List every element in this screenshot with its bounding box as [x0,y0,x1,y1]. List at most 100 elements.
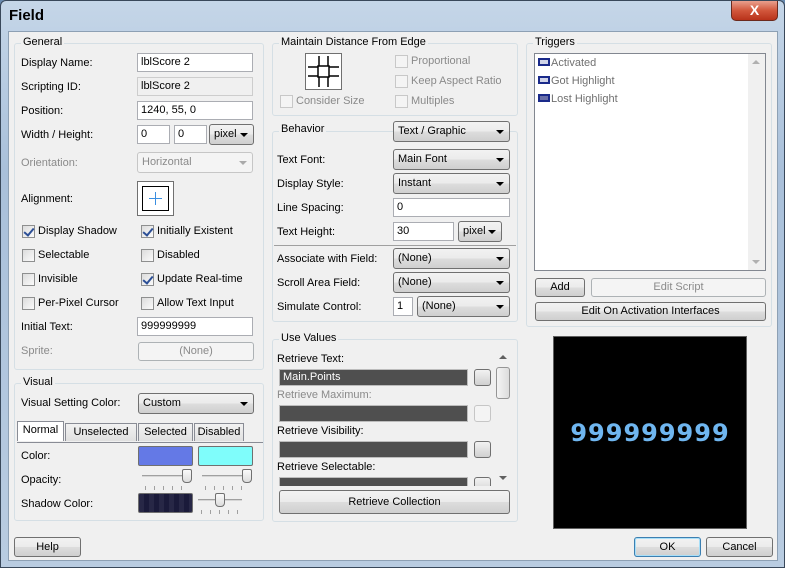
multiples-checkbox[interactable] [395,95,408,108]
primary-color-swatch[interactable] [138,446,193,466]
invisible-checkbox[interactable] [22,273,35,286]
display-shadow-checkbox[interactable] [22,225,35,238]
text-font-select[interactable]: Main Font [393,149,510,170]
associate-select[interactable]: (None) [393,248,510,269]
retrieve-maximum-field[interactable] [279,405,468,422]
ok-button[interactable]: OK [634,537,701,557]
width-height-label: Width / Height: [21,129,94,141]
display-style-select[interactable]: Instant [393,173,510,194]
simulate-control-label: Simulate Control: [277,301,362,313]
consider-size-checkbox[interactable] [280,95,293,108]
secondary-opacity-slider[interactable] [202,468,252,490]
chevron-down-icon [496,257,504,261]
trigger-item-lost-highlight[interactable]: Lost Highlight [538,93,618,105]
scroll-thumb[interactable] [496,367,510,399]
scroll-up-icon[interactable] [752,60,760,64]
trigger-item-got-highlight[interactable]: Got Highlight [538,75,615,87]
close-icon: X [749,2,760,18]
invisible-label: Invisible [38,273,78,285]
retrieve-maximum-browse-button[interactable] [474,405,491,422]
simulate-control-number[interactable]: 1 [393,297,413,316]
width-input[interactable]: 0 [137,125,170,144]
close-button[interactable]: X [731,1,778,21]
retrieve-selectable-browse-button[interactable] [474,477,491,486]
lost-highlight-icon [538,94,550,102]
triggers-label: Triggers [533,36,577,48]
chevron-down-icon [240,402,248,406]
retrieve-visibility-field[interactable] [279,441,468,458]
primary-opacity-slider[interactable] [142,468,192,490]
chevron-down-icon [488,230,496,234]
visual-label: Visual [21,376,55,388]
text-height-input[interactable]: 30 [393,222,454,241]
secondary-color-swatch[interactable] [198,446,253,466]
alignment-label: Alignment: [21,193,73,205]
field-dialog: Field X General Display Name: lblScore 2… [0,0,785,568]
retrieve-text-browse-button[interactable] [474,369,491,386]
retrieve-visibility-label: Retrieve Visibility: [277,425,364,437]
general-label: General [21,36,65,48]
size-unit-select[interactable]: pixel [209,124,254,145]
retrieve-selectable-field[interactable] [279,477,468,486]
display-name-input[interactable]: lblScore 2 [137,53,253,72]
scroll-up-icon[interactable] [499,355,507,359]
keep-aspect-label: Keep Aspect Ratio [411,75,502,87]
size-unit-value: pixel [214,128,237,140]
help-button[interactable]: Help [14,537,81,557]
position-input[interactable]: 1240, 55, 0 [137,101,253,120]
preview-text: 999999999 [570,418,730,447]
alignment-picker[interactable] [137,181,174,216]
per-pixel-cursor-checkbox[interactable] [22,297,35,310]
cursor-highlight-icon [538,76,550,84]
initial-text-input[interactable]: 999999999 [137,317,253,336]
initially-existent-checkbox[interactable] [141,225,154,238]
retrieve-selectable-label: Retrieve Selectable: [277,461,376,473]
tab-unselected[interactable]: Unselected [65,423,137,441]
sprite-label: Sprite: [21,345,53,357]
trigger-item-activated[interactable]: Activated [538,57,596,69]
behavior-type-select[interactable]: Text / Graphic [393,121,510,142]
tab-disabled[interactable]: Disabled [194,423,244,441]
proportional-checkbox[interactable] [395,55,408,68]
cancel-button[interactable]: Cancel [706,537,773,557]
use-values-scrollbar[interactable] [495,350,512,486]
scroll-area-select[interactable]: (None) [393,272,510,293]
per-pixel-cursor-label: Per-Pixel Cursor [38,297,119,309]
edit-script-button[interactable]: Edit Script [591,278,766,297]
scroll-down-icon[interactable] [499,476,507,480]
chevron-down-icon [496,305,504,309]
simulate-control-value: (None) [422,300,456,312]
shadow-opacity-slider[interactable] [198,492,242,514]
simulate-control-select[interactable]: (None) [417,296,510,317]
retrieve-collection-button[interactable]: Retrieve Collection [279,490,510,514]
associate-value: (None) [398,252,432,264]
chevron-down-icon [240,133,248,137]
text-font-label: Text Font: [277,154,326,166]
triggers-scrollbar[interactable] [748,54,765,270]
retrieve-text-field[interactable]: Main.Points [279,369,468,386]
edit-interfaces-button[interactable]: Edit On Activation Interfaces [535,302,766,321]
disabled-checkbox[interactable] [141,249,154,262]
sprite-button[interactable]: (None) [138,342,254,361]
keep-aspect-checkbox[interactable] [395,75,408,88]
tab-normal[interactable]: Normal [17,421,64,441]
visual-setting-color-select[interactable]: Custom [138,393,254,414]
tab-selected[interactable]: Selected [138,423,193,441]
scroll-down-icon[interactable] [752,260,760,264]
edge-anchor-picker[interactable] [305,53,342,90]
retrieve-visibility-browse-button[interactable] [474,441,491,458]
allow-text-input-checkbox[interactable] [141,297,154,310]
visual-setting-color-value: Custom [143,397,181,409]
update-realtime-checkbox[interactable] [141,273,154,286]
use-values-list: Retrieve Text: Main.Points Retrieve Maxi… [277,350,495,486]
add-trigger-button[interactable]: Add [535,278,585,297]
height-input[interactable]: 0 [174,125,207,144]
shadow-color-swatch[interactable] [138,493,193,513]
orientation-select[interactable]: Horizontal [137,152,253,173]
line-spacing-input[interactable]: 0 [393,198,510,217]
chevron-down-icon [496,158,504,162]
retrieve-text-label: Retrieve Text: [277,353,345,365]
dialog-client: General Display Name: lblScore 2 Scripti… [8,31,778,561]
selectable-checkbox[interactable] [22,249,35,262]
text-height-unit-select[interactable]: pixel [458,221,502,242]
